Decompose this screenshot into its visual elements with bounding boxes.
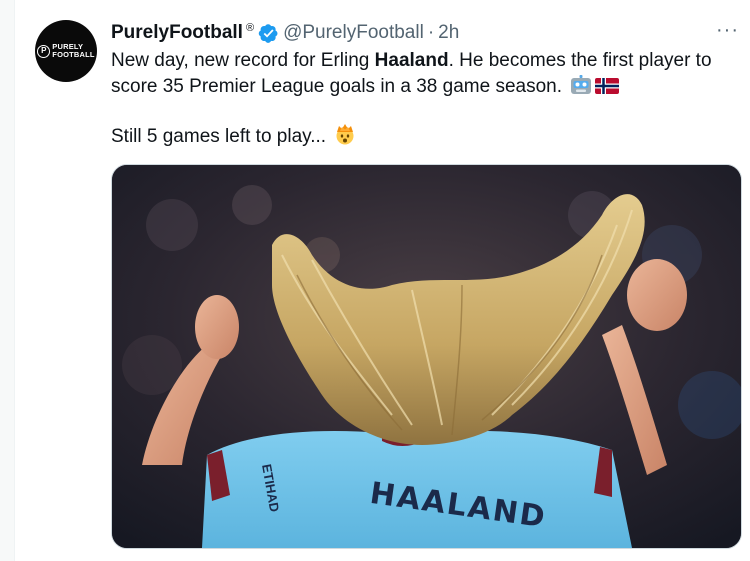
more-options-icon[interactable]: ··· — [716, 20, 739, 40]
robot-face-icon — [571, 75, 592, 94]
tweet-text: New day, new record for Erling Haaland. … — [111, 48, 741, 100]
exploding-head-icon — [336, 124, 354, 145]
timeline-background: P PURELY FOOTBALL PurelyFootball ® @Pure… — [0, 0, 750, 561]
header-separator: · — [427, 22, 435, 43]
haaland-celebration-photo: ETIHAD HAALAND — [112, 165, 741, 548]
author-handle[interactable]: @PurelyFootball — [283, 22, 424, 44]
tweet-text-line2-row: Still 5 games left to play... — [111, 123, 356, 150]
registered-mark: ® — [245, 22, 255, 34]
tweet-text-line2: Still 5 games left to play... — [111, 126, 327, 147]
purelyfootball-logo-icon: P — [37, 44, 51, 58]
verified-badge-icon[interactable] — [258, 23, 279, 44]
author-name[interactable]: PurelyFootball — [111, 22, 243, 44]
tweet-text-part1: New day, new record for Erling — [111, 50, 375, 71]
norway-flag-icon — [595, 78, 620, 94]
avatar-logo-text: PURELY FOOTBALL — [52, 43, 94, 59]
tweet-photo[interactable]: ETIHAD HAALAND — [111, 164, 742, 549]
tweet-timestamp[interactable]: 2h — [438, 22, 459, 44]
avatar-logo-line2: FOOTBALL — [52, 50, 95, 59]
tweet-text-bold: Haaland — [374, 50, 449, 71]
avatar[interactable]: P PURELY FOOTBALL — [35, 20, 97, 82]
tweet-header: PurelyFootball ® @PurelyFootball · 2h — [111, 21, 459, 45]
tweet-card[interactable]: P PURELY FOOTBALL PurelyFootball ® @Pure… — [14, 0, 750, 561]
